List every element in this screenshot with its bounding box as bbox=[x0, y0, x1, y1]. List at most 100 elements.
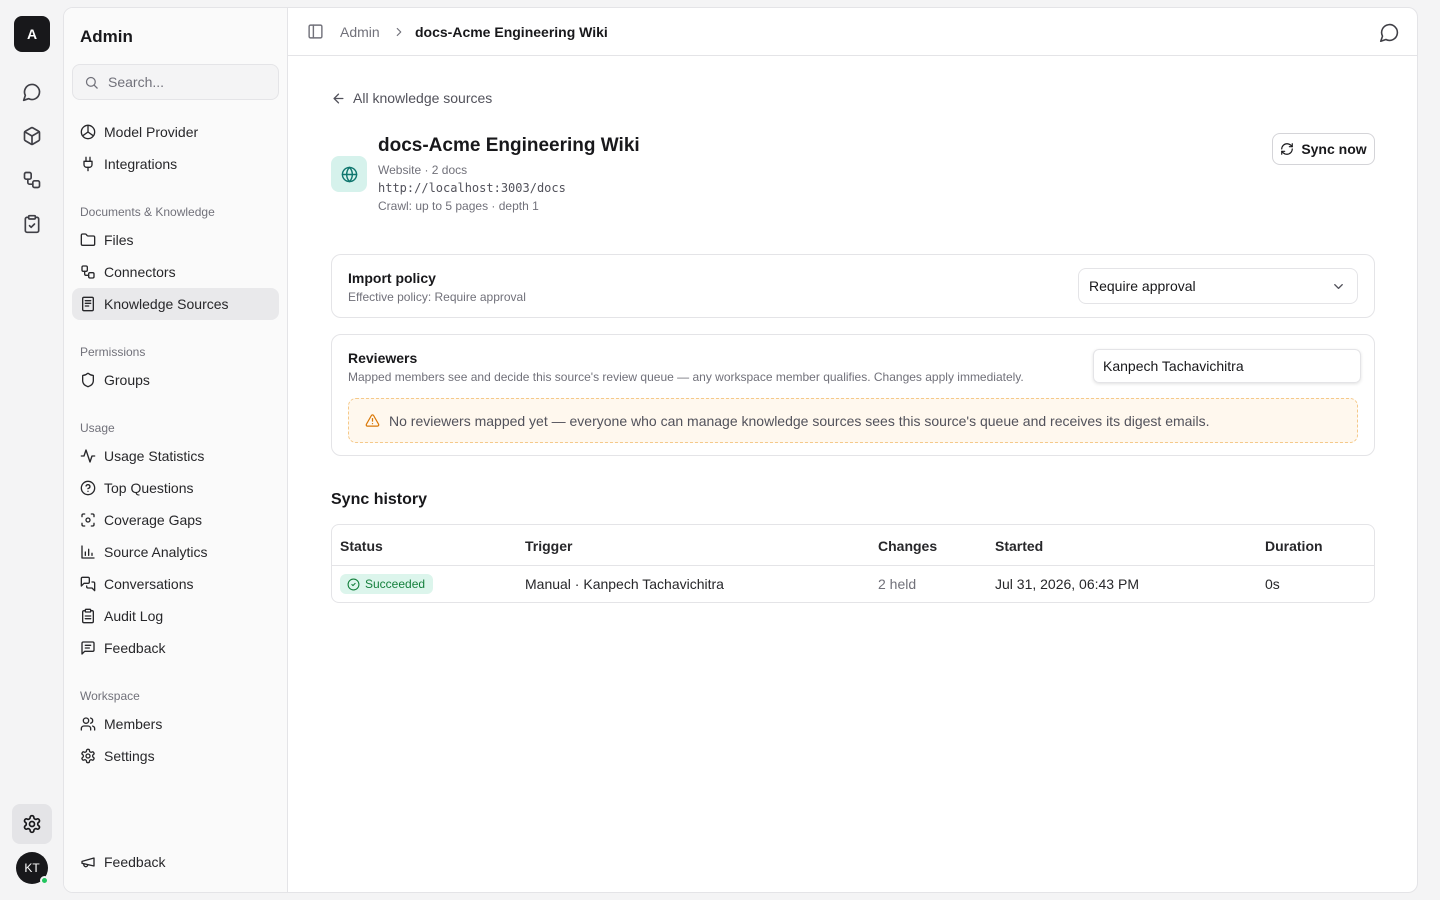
sidebar-item-usage-statistics[interactable]: Usage Statistics bbox=[72, 440, 279, 472]
sidebar-item-label: Model Provider bbox=[104, 124, 199, 140]
back-to-sources-link[interactable]: All knowledge sources bbox=[331, 90, 492, 106]
column-header-started: Started bbox=[995, 538, 1044, 554]
sidebar-item-label: Files bbox=[104, 232, 134, 248]
clipboard-icon bbox=[82, 608, 94, 624]
sidebar-item-label: Source Analytics bbox=[104, 544, 208, 560]
sidebar-item-conversations[interactable]: Conversations bbox=[72, 568, 279, 600]
breadcrumb-current: docs-Acme Engineering Wiki bbox=[415, 24, 608, 40]
users-icon bbox=[80, 717, 96, 731]
source-meta: Website · 2 docs bbox=[378, 163, 468, 177]
bar-chart-icon bbox=[81, 545, 95, 559]
models-nav-button[interactable] bbox=[12, 116, 52, 156]
workflows-nav-button[interactable] bbox=[12, 160, 52, 200]
chat-bubble-icon bbox=[22, 83, 41, 102]
import-policy-title: Import policy bbox=[348, 270, 436, 286]
sidebar-footer-feedback[interactable]: Feedback bbox=[72, 846, 279, 878]
workflow-icon bbox=[23, 171, 41, 189]
sidebar-item-label: Feedback bbox=[104, 640, 166, 656]
page-title: docs-Acme Engineering Wiki bbox=[378, 135, 640, 156]
import-policy-selected: Require approval bbox=[1089, 278, 1196, 294]
import-policy-effective: Effective policy: Require approval bbox=[348, 290, 526, 304]
message-square-icon bbox=[81, 641, 95, 655]
cell-trigger: Manual · Kanpech Tachavichitra bbox=[525, 576, 724, 592]
chat-bubble-icon bbox=[1379, 23, 1399, 43]
topbar: Admin docs-Acme Engineering Wiki bbox=[288, 8, 1417, 56]
connectors-icon bbox=[81, 265, 95, 279]
sidebar-item-label: Integrations bbox=[104, 156, 178, 172]
assistant-chat-button[interactable] bbox=[1379, 22, 1400, 43]
sidebar-item-connectors[interactable]: Connectors bbox=[72, 256, 279, 288]
chevron-right-icon bbox=[392, 25, 406, 39]
folder-icon bbox=[80, 233, 96, 246]
chevron-down-icon bbox=[1334, 283, 1343, 289]
sidebar-section-permissions: Permissions bbox=[80, 345, 146, 359]
column-header-status: Status bbox=[340, 538, 383, 554]
search-input[interactable] bbox=[108, 74, 268, 90]
sidebar-section-workspace: Workspace bbox=[80, 689, 140, 703]
sidebar-item-model-provider[interactable]: Model Provider bbox=[72, 116, 279, 148]
plug-icon bbox=[83, 156, 93, 172]
sidebar-item-top-questions[interactable]: Top Questions bbox=[72, 472, 279, 504]
sidebar-item-source-analytics[interactable]: Source Analytics bbox=[72, 536, 279, 568]
sidebar-item-groups[interactable]: Groups bbox=[72, 364, 279, 396]
workspace-logo[interactable]: A bbox=[14, 16, 50, 52]
sidebar-search[interactable] bbox=[72, 64, 279, 100]
check-circle-icon bbox=[347, 578, 360, 590]
search-icon bbox=[85, 76, 98, 89]
sidebar-item-settings[interactable]: Settings bbox=[72, 740, 279, 772]
sidebar-title: Admin bbox=[80, 27, 133, 46]
source-url: http://localhost:3003/docs bbox=[378, 181, 566, 195]
admin-sidebar: Admin Model Provider Integrations Docume… bbox=[64, 8, 288, 892]
sidebar-item-label: Members bbox=[104, 716, 163, 732]
refresh-icon bbox=[1281, 143, 1294, 155]
cell-started: Jul 31, 2026, 06:43 PM bbox=[995, 576, 1139, 592]
reviewers-card: Reviewers Mapped members see and decide … bbox=[331, 334, 1375, 456]
sync-history-table: Status Trigger Changes Started Duration … bbox=[331, 524, 1375, 603]
sidebar-item-label: Top Questions bbox=[104, 480, 194, 496]
clipboard-check-icon bbox=[24, 214, 40, 234]
sidebar-item-label: Settings bbox=[104, 748, 155, 764]
status-badge: Succeeded bbox=[340, 574, 434, 594]
sidebar-item-label: Groups bbox=[104, 372, 150, 388]
sidebar-item-label: Conversations bbox=[104, 576, 194, 592]
sidebar-item-coverage-gaps[interactable]: Coverage Gaps bbox=[72, 504, 279, 536]
source-crawl-settings: Crawl: up to 5 pages · depth 1 bbox=[378, 199, 539, 213]
question-icon bbox=[80, 480, 96, 496]
model-icon bbox=[80, 124, 96, 140]
box-icon bbox=[23, 126, 41, 146]
breadcrumb-root[interactable]: Admin bbox=[340, 24, 380, 40]
source-type-icon bbox=[331, 156, 367, 192]
import-policy-card: Import policy Effective policy: Require … bbox=[331, 254, 1375, 318]
tasks-nav-button[interactable] bbox=[12, 204, 52, 244]
cell-duration: 0s bbox=[1265, 576, 1280, 592]
reviewers-title: Reviewers bbox=[348, 350, 418, 366]
sidebar-item-members[interactable]: Members bbox=[72, 708, 279, 740]
sidebar-item-label: Feedback bbox=[104, 854, 166, 870]
table-divider bbox=[332, 565, 1374, 566]
sidebar-item-label: Connectors bbox=[104, 264, 176, 280]
sync-now-button[interactable]: Sync now bbox=[1272, 133, 1375, 165]
sidebar-item-label: Usage Statistics bbox=[104, 448, 205, 464]
warning-triangle-icon bbox=[365, 414, 380, 427]
warning-text: No reviewers mapped yet — everyone who c… bbox=[389, 412, 1210, 429]
scan-icon bbox=[81, 513, 95, 527]
sidebar-item-files[interactable]: Files bbox=[72, 224, 279, 256]
sync-now-label: Sync now bbox=[1301, 141, 1367, 157]
messages-icon bbox=[80, 576, 96, 592]
chat-nav-button[interactable] bbox=[12, 72, 52, 112]
status-label: Succeeded bbox=[365, 577, 426, 591]
sidebar-item-label: Knowledge Sources bbox=[104, 296, 229, 312]
reviewer-picker-input[interactable]: Kanpech Tachavichitra bbox=[1093, 349, 1361, 383]
toggle-sidebar-button[interactable] bbox=[307, 23, 324, 40]
sidebar-item-audit-log[interactable]: Audit Log bbox=[72, 600, 279, 632]
sidebar-item-integrations[interactable]: Integrations bbox=[72, 148, 279, 180]
sidebar-item-feedback[interactable]: Feedback bbox=[72, 632, 279, 664]
import-policy-select[interactable]: Require approval bbox=[1078, 268, 1358, 304]
sidebar-item-label: Coverage Gaps bbox=[104, 512, 203, 528]
globe-icon bbox=[341, 166, 357, 182]
admin-settings-button[interactable] bbox=[12, 804, 52, 844]
sidebar-section-documents: Documents & Knowledge bbox=[80, 205, 215, 219]
sidebar-item-knowledge-sources[interactable]: Knowledge Sources bbox=[72, 288, 279, 320]
reviewer-picker-value: Kanpech Tachavichitra bbox=[1103, 358, 1244, 374]
column-header-trigger: Trigger bbox=[525, 538, 573, 554]
